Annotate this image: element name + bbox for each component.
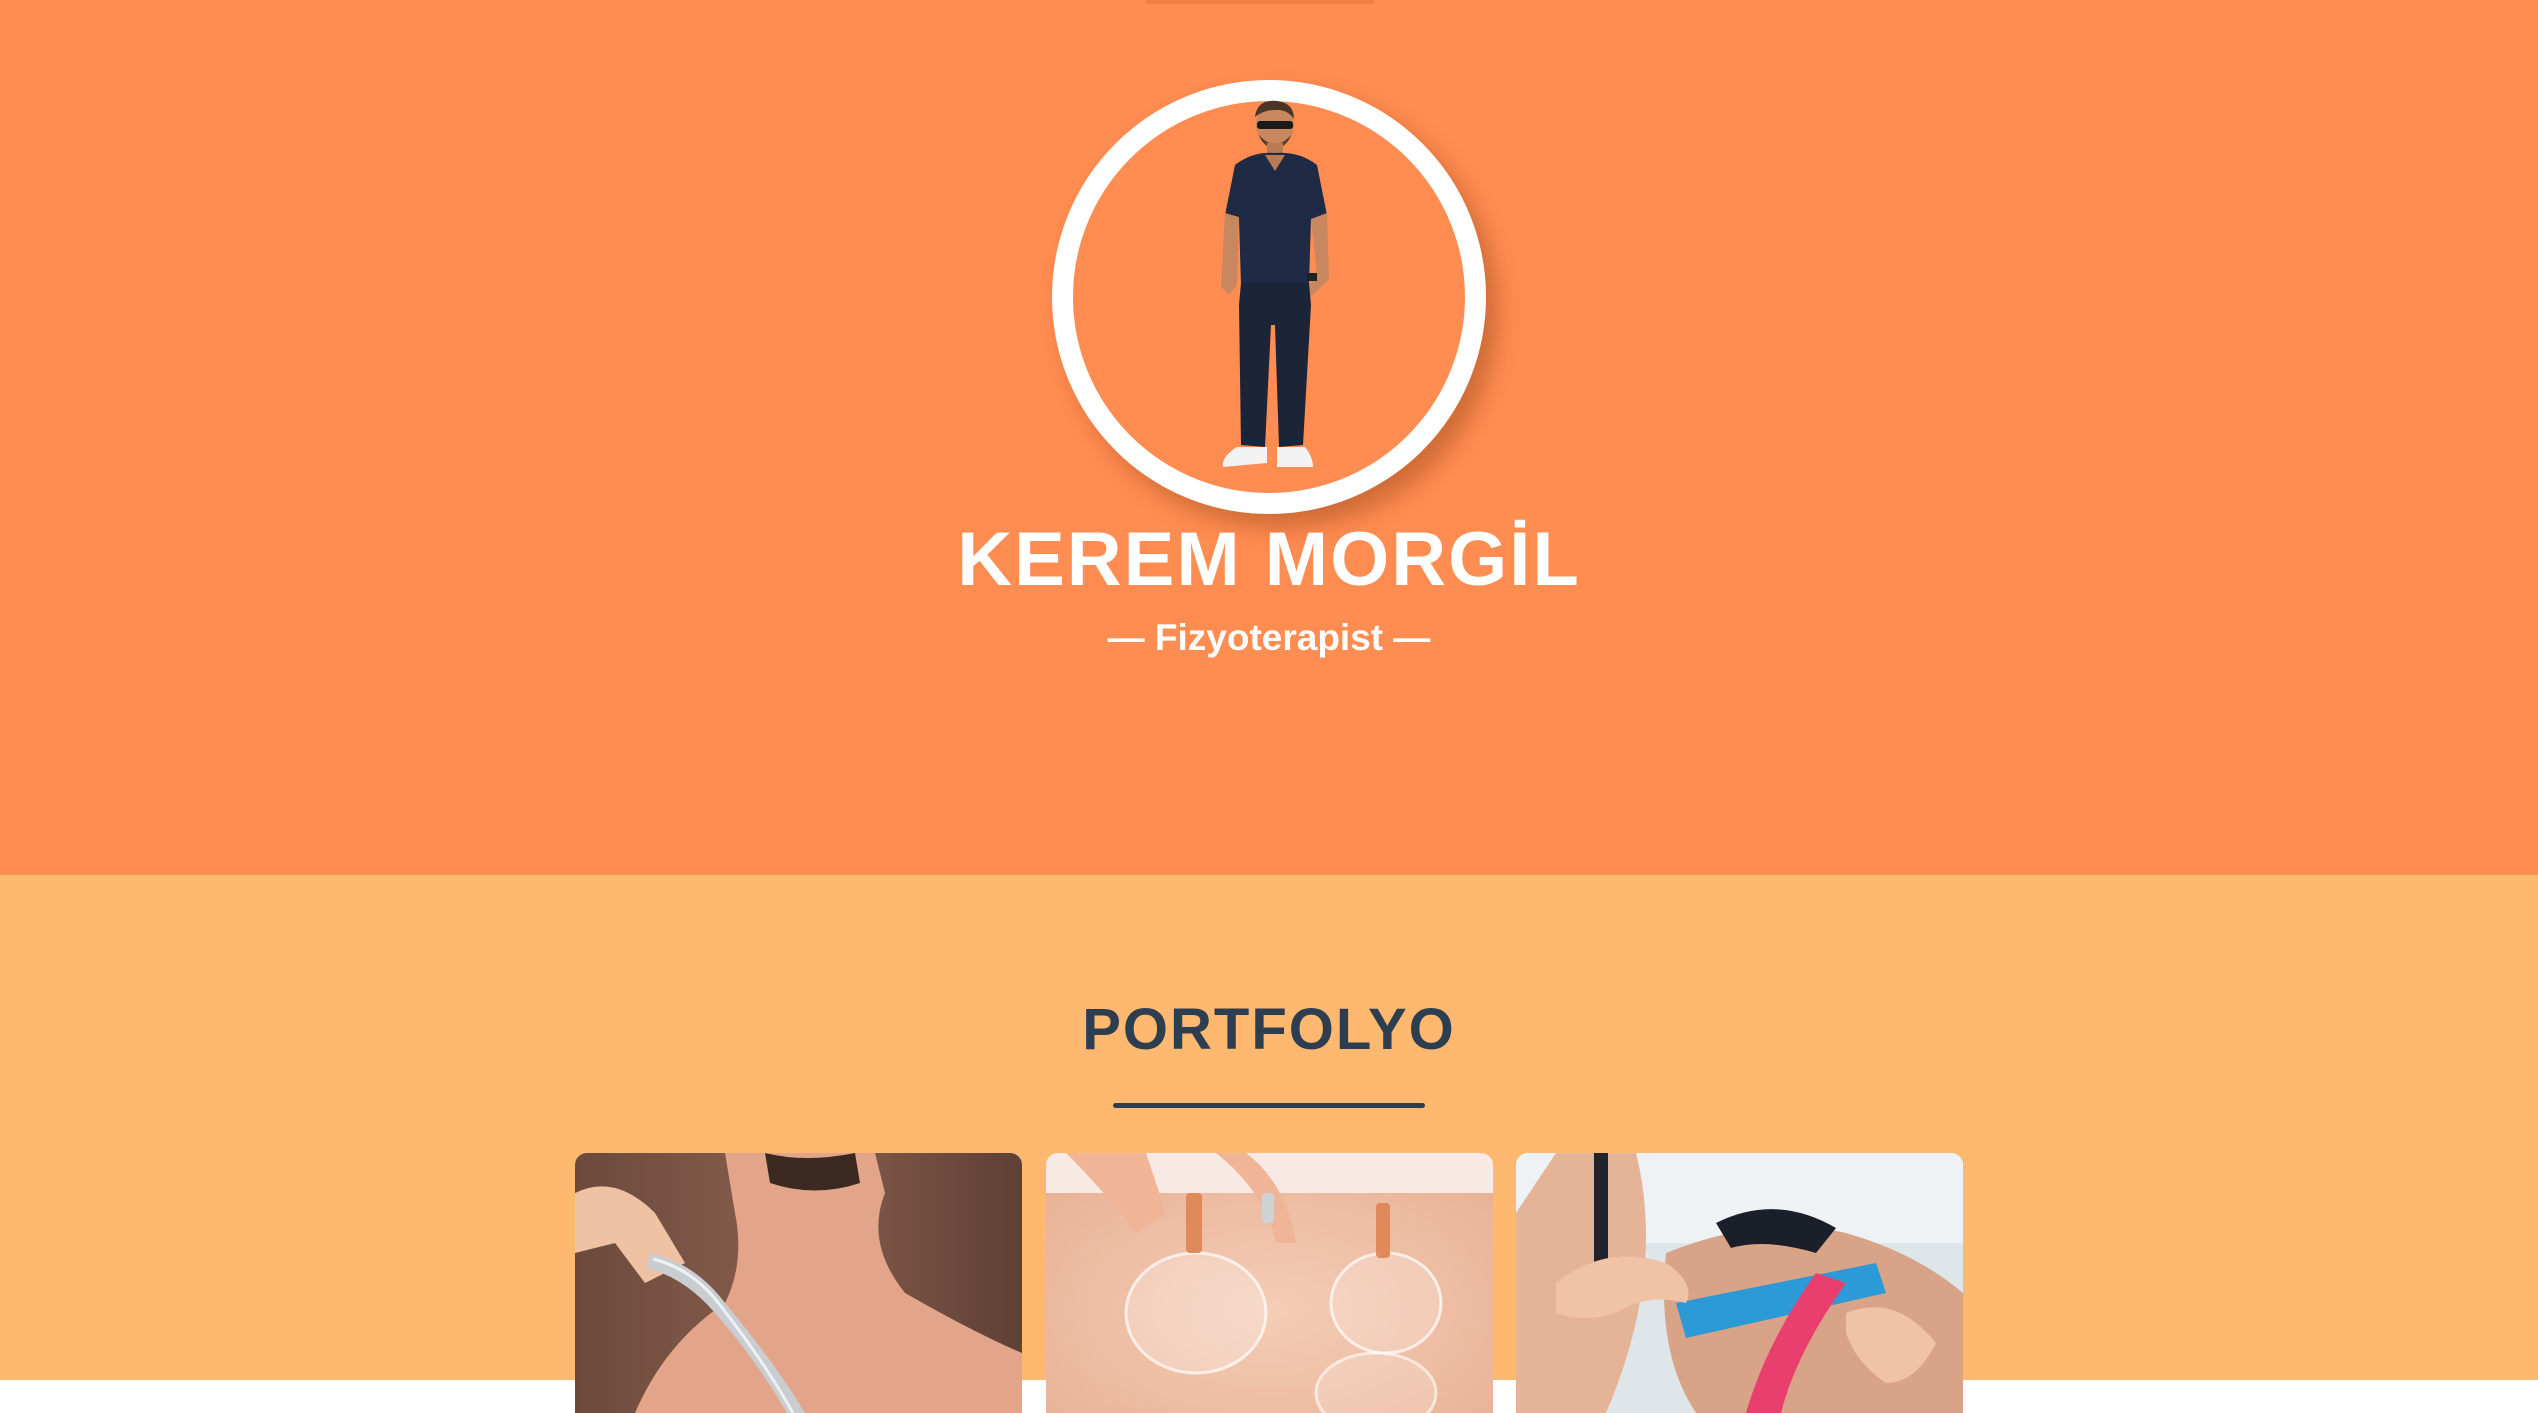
portfolio-item-massage-tool[interactable] [575,1153,1022,1413]
kinesio-tape-image [1516,1153,1963,1413]
hero-section: KEREM MORGİL — Fizyoterapist — [0,0,2538,875]
portfolio-section: PORTFOLYO [0,875,2538,1413]
hero-subtitle: — Fizyoterapist — [1107,617,1431,658]
title-divider [1113,1103,1425,1108]
cupping-image [1046,1153,1493,1413]
portfolio-item-cupping[interactable] [1046,1153,1493,1413]
massage-tool-image [575,1153,1022,1413]
avatar-photo [1221,100,1329,467]
portfolio-title: PORTFOLYO [1082,997,1456,1062]
top-nav-handle[interactable] [1145,0,1375,4]
portfolio-item-kinesio-tape[interactable] [1516,1153,1963,1413]
hero-name: KEREM MORGİL [957,517,1581,602]
